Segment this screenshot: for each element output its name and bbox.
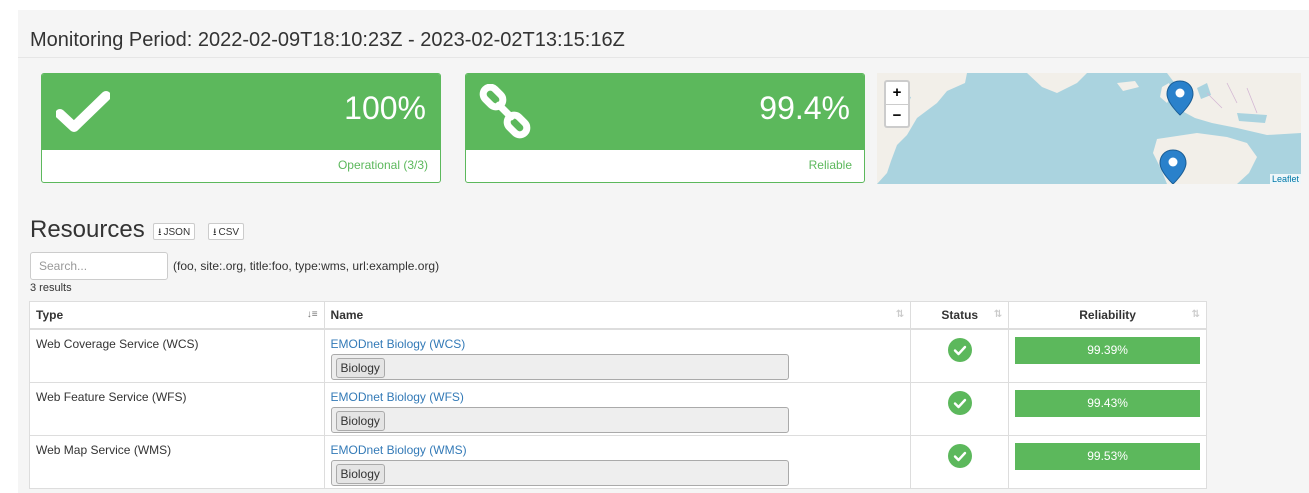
operational-label: Operational (3/3) (337, 158, 428, 172)
cell-reliability: 99.39% (1008, 328, 1207, 383)
search-syntax-hint: (foo, site:.org, title:foo, type:wms, ur… (173, 259, 440, 273)
table-row: Web Feature Service (WFS) EMODnet Biolog… (29, 381, 1207, 436)
download-icon: ⭳ (158, 227, 162, 238)
operational-percentage: 100% (344, 90, 426, 126)
download-icon: ⭳ (213, 227, 217, 238)
sort-icon: ⇅ (1191, 309, 1200, 320)
zoom-in-button[interactable]: + (886, 82, 908, 104)
tag-list: Biology (330, 406, 789, 433)
json-download-button[interactable]: ⭳ JSON (153, 223, 196, 240)
cell-type: Web Feature Service (WFS) (29, 381, 325, 436)
map-zoom-control: + − (884, 80, 910, 128)
status-ok-icon (947, 443, 972, 468)
resource-link[interactable]: EMODnet Biology (WFS) (331, 390, 464, 404)
cell-status (910, 328, 1010, 383)
column-header-type[interactable]: Type ↓≡ (29, 301, 325, 330)
tag-list: Biology (330, 459, 789, 486)
cell-status (910, 434, 1010, 489)
resource-link[interactable]: EMODnet Biology (WCS) (331, 337, 466, 351)
cell-reliability: 99.53% (1008, 434, 1207, 489)
reliability-percentage: 99.4% (759, 90, 850, 126)
reliability-bar: 99.39% (1015, 337, 1200, 364)
column-header-name[interactable]: Name ⇅ (323, 301, 912, 330)
sort-icon: ⇅ (993, 309, 1003, 320)
resource-map[interactable] (877, 73, 1301, 184)
check-icon (55, 90, 111, 139)
tag[interactable]: Biology (335, 358, 385, 378)
results-count: 3 results (30, 282, 72, 294)
cell-type: Web Map Service (WMS) (29, 434, 325, 489)
link-icon (478, 83, 534, 145)
sort-asc-icon: ↓≡ (306, 309, 318, 320)
reliability-bar: 99.43% (1015, 389, 1200, 417)
csv-download-button[interactable]: ⭳ CSV (208, 223, 245, 240)
column-header-status[interactable]: Status ⇅ (910, 301, 1010, 330)
resources-heading: Resources (30, 216, 145, 243)
reliability-panel-header: 99.4% (466, 74, 864, 150)
resources-table: Type ↓≡ Name ⇅ Status ⇅ Reliability ⇅ We… (29, 301, 1207, 489)
sort-icon: ⇅ (895, 309, 905, 320)
tag[interactable]: Biology (335, 410, 385, 431)
reliability-panel: 99.4% Reliable (465, 73, 865, 183)
cell-name: EMODnet Biology (WFS) Biology (323, 381, 912, 436)
resource-link[interactable]: EMODnet Biology (WMS) (331, 443, 467, 457)
cell-reliability: 99.43% (1008, 381, 1207, 436)
column-header-reliability[interactable]: Reliability ⇅ (1008, 301, 1207, 330)
reliability-label: Reliable (808, 158, 852, 172)
status-ok-icon (947, 390, 972, 415)
table-row: Web Coverage Service (WCS) EMODnet Biolo… (29, 328, 1207, 383)
table-row: Web Map Service (WMS) EMODnet Biology (W… (29, 434, 1207, 489)
tag-list: Biology (330, 354, 789, 380)
cell-status (910, 381, 1010, 436)
resource-search-input[interactable] (30, 252, 168, 280)
reliability-bar: 99.53% (1015, 442, 1200, 470)
operational-panel-header: 100% (42, 74, 440, 150)
table-header-row: Type ↓≡ Name ⇅ Status ⇅ Reliability ⇅ (29, 301, 1207, 330)
zoom-out-button[interactable]: − (886, 104, 908, 126)
map-attribution-link[interactable]: Leaflet (1269, 174, 1301, 184)
map-tiles (877, 73, 1301, 184)
monitoring-period-title: Monitoring Period: 2022-02-09T18:10:23Z … (30, 29, 625, 51)
cell-type: Web Coverage Service (WCS) (29, 328, 325, 383)
tag[interactable]: Biology (335, 463, 385, 484)
status-ok-icon (947, 338, 972, 362)
operational-panel: 100% Operational (3/3) (41, 73, 441, 183)
cell-name: EMODnet Biology (WMS) Biology (323, 434, 912, 489)
cell-name: EMODnet Biology (WCS) Biology (323, 328, 912, 383)
